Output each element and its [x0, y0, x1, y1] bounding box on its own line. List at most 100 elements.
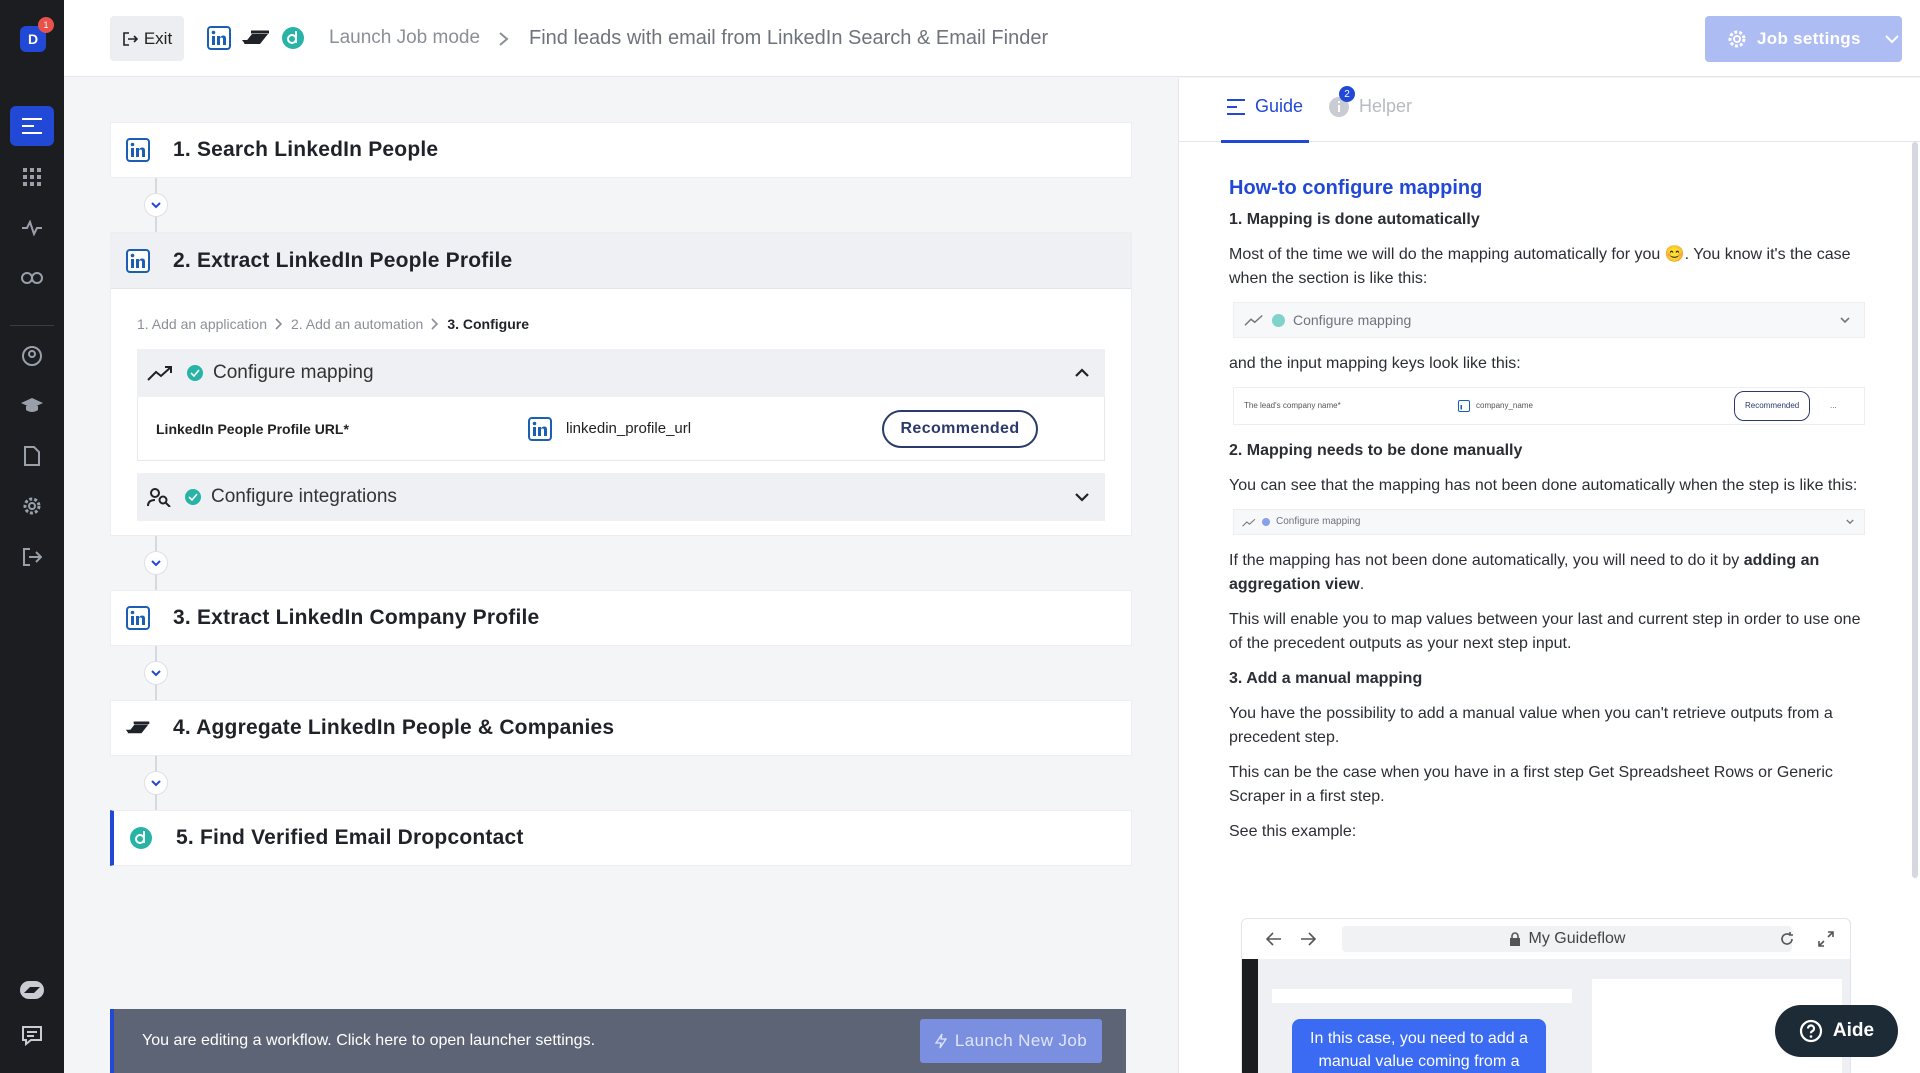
list-icon: [1227, 98, 1245, 115]
crumb-add-application[interactable]: 1. Add an application: [137, 316, 267, 332]
lightning-icon: [934, 1033, 947, 1049]
chat-feedback-icon[interactable]: [10, 1016, 54, 1056]
chevron-down-icon: [151, 669, 161, 676]
dropcontact-icon: [128, 825, 154, 851]
settings-gear-icon[interactable]: [10, 486, 54, 526]
launch-new-job-button[interactable]: Launch New Job: [920, 1019, 1102, 1063]
chevron-up-icon: [1075, 368, 1089, 377]
step-1-card[interactable]: 1. Search LinkedIn People: [110, 122, 1132, 178]
crumb-configure: 3. Configure: [447, 316, 529, 332]
tab-guide-label: Guide: [1255, 96, 1304, 116]
chevron-right-icon: [431, 318, 439, 330]
guide-section-1-text: Most of the time we will do the mapping …: [1229, 246, 1851, 287]
reload-icon: [1781, 932, 1793, 945]
step-1-title: 1. Search LinkedIn People: [173, 138, 439, 161]
pending-dot-icon: [1262, 518, 1270, 526]
step-3-title: 3. Extract LinkedIn Company Profile: [173, 606, 540, 629]
recommended-badge[interactable]: Recommended: [882, 410, 1038, 448]
guide-tabs: Guide Helper 2: [1179, 78, 1920, 143]
linkedin-icon: [207, 26, 231, 50]
phantombuster-logo-icon[interactable]: [10, 970, 54, 1010]
demo-tooltip: In this case, you need to add a manual v…: [1292, 1019, 1546, 1073]
step-expand-toggle[interactable]: [144, 193, 168, 217]
example-mock-label-2: Configure mapping: [1276, 516, 1361, 527]
trending-up-icon: [1242, 518, 1256, 527]
exit-button[interactable]: Exit: [110, 16, 184, 61]
profile-icon[interactable]: [10, 336, 54, 376]
configure-integrations-panel[interactable]: Configure integrations: [137, 473, 1105, 521]
check-circle-icon: [185, 489, 201, 505]
example-more-icon: ...: [1830, 401, 1837, 410]
guide-section-3-text-2: This can be the case when you have in a …: [1229, 764, 1833, 805]
link-icon[interactable]: [10, 258, 54, 298]
configure-breadcrumb: 1. Add an application 2. Add an automati…: [137, 316, 529, 332]
guide-section-3-text-3: See this example:: [1229, 823, 1357, 840]
example-configure-mapping-done: Configure mapping: [1233, 302, 1865, 338]
gear-icon: [1728, 30, 1746, 48]
guide-scrollbar[interactable]: [1912, 142, 1918, 878]
chevron-down-icon: [1840, 316, 1850, 323]
trending-up-icon: [1244, 314, 1263, 326]
guideflow-demo-embed[interactable]: My Guideflow In this case, you need to a…: [1241, 918, 1851, 1073]
crumb-add-automation[interactable]: 2. Add an automation: [291, 316, 423, 332]
breadcrumb-mode[interactable]: Launch Job mode: [329, 27, 480, 49]
help-question-icon: [1799, 1019, 1823, 1043]
configure-mapping-panel[interactable]: Configure mapping: [137, 349, 1105, 397]
step-5-card[interactable]: 5. Find Verified Email Dropcontact: [110, 810, 1132, 866]
step-2-title: 2. Extract LinkedIn People Profile: [173, 248, 513, 272]
mapping-field-value[interactable]: linkedin_profile_url: [528, 416, 691, 441]
phantombuster-icon: [242, 30, 269, 44]
exit-label: Exit: [143, 28, 173, 48]
example-mapping-row: The lead's company name* company_name Re…: [1233, 387, 1865, 425]
trending-up-icon: [147, 366, 172, 381]
example-mock-label: Configure mapping: [1293, 312, 1412, 328]
guide-section-2-text-2: If the mapping has not been done automat…: [1229, 549, 1869, 597]
notification-badge: 1: [38, 17, 54, 33]
logout-icon[interactable]: [10, 537, 54, 577]
phantombuster-icon: [125, 715, 151, 741]
guide-section-3-text: You have the possibility to add a manual…: [1229, 705, 1833, 746]
step-expand-toggle[interactable]: [144, 551, 168, 575]
breadcrumb-workflow-title: Find leads with email from LinkedIn Sear…: [529, 27, 1049, 49]
example-field-value: company_name: [1458, 394, 1533, 418]
apps-grid-icon[interactable]: [10, 157, 54, 197]
exit-icon: [123, 31, 138, 46]
linkedin-icon: [125, 605, 151, 631]
job-settings-button[interactable]: Job settings: [1705, 16, 1902, 62]
demo-screenshot: In this case, you need to add a manual v…: [1242, 959, 1850, 1073]
guide-content: How-to configure mapping 1. Mapping is d…: [1229, 176, 1869, 855]
step-2-header[interactable]: 2. Extract LinkedIn People Profile: [111, 233, 1131, 289]
aide-label: Aide: [1832, 1020, 1875, 1041]
expand-icon: [1818, 931, 1834, 947]
configure-mapping-label: Configure mapping: [213, 362, 374, 383]
launch-new-job-label: Launch New Job: [954, 1031, 1088, 1050]
step-expand-toggle[interactable]: [144, 661, 168, 685]
guide-heading: How-to configure mapping: [1229, 177, 1483, 199]
mapping-field-label: LinkedIn People Profile URL*: [156, 420, 349, 437]
configure-integrations-label: Configure integrations: [211, 486, 397, 507]
tab-helper-label: Helper: [1359, 96, 1413, 116]
example-configure-mapping-pending: Configure mapping: [1233, 509, 1865, 535]
help-aide-button[interactable]: Aide: [1775, 1005, 1898, 1057]
step-expand-toggle[interactable]: [144, 771, 168, 795]
launcher-settings-banner[interactable]: You are editing a workflow. Click here t…: [110, 1009, 1126, 1073]
demo-browser-bar: My Guideflow: [1242, 919, 1850, 959]
step-4-title: 4. Aggregate LinkedIn People & Companies: [173, 716, 615, 739]
document-icon[interactable]: [10, 436, 54, 476]
guide-menu-icon[interactable]: [10, 106, 54, 146]
guide-section-2-title: 2. Mapping needs to be done manually: [1229, 442, 1523, 459]
chevron-down-icon: [151, 559, 161, 566]
step-5-title: 5. Find Verified Email Dropcontact: [176, 826, 524, 849]
step-4-card[interactable]: 4. Aggregate LinkedIn People & Companies: [110, 700, 1132, 756]
guide-section-3-title: 3. Add a manual mapping: [1229, 670, 1423, 687]
tab-guide[interactable]: Guide: [1220, 96, 1310, 143]
step-3-card[interactable]: 3. Extract LinkedIn Company Profile: [110, 590, 1132, 646]
left-rail: D 1: [0, 0, 64, 1073]
check-circle-icon: [187, 365, 203, 381]
job-settings-label: Job settings: [1757, 29, 1861, 48]
arrow-right-icon: [1301, 932, 1316, 946]
learn-icon[interactable]: [10, 386, 54, 426]
rail-divider: [10, 325, 54, 326]
activity-icon[interactable]: [10, 208, 54, 248]
guide-text-run: If the mapping has not been done automat…: [1229, 552, 1744, 569]
